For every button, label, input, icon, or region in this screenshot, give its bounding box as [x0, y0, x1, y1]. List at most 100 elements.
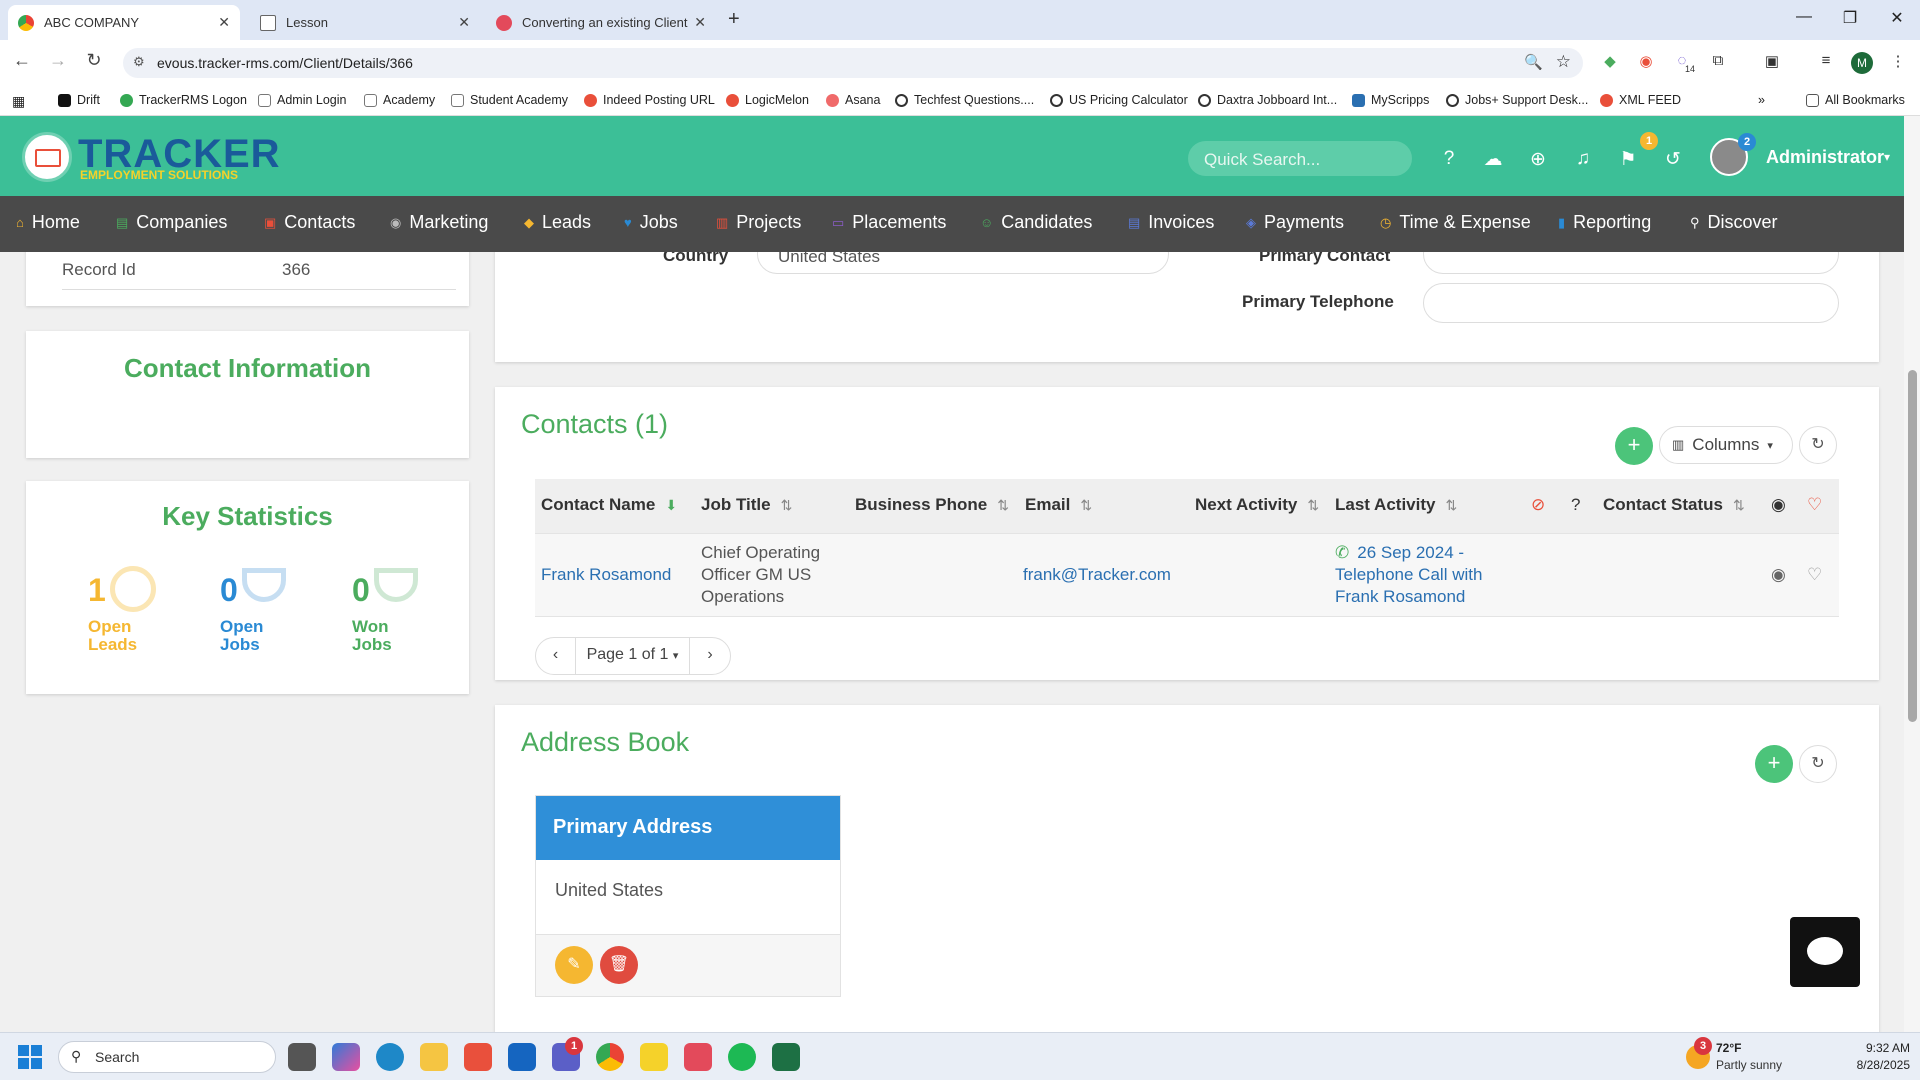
menu-leads[interactable]: ◆ Leads [524, 212, 591, 233]
page-select[interactable]: Page 1 of 1 ▾ [576, 637, 690, 675]
menu-placements[interactable]: ▭ Placements [832, 212, 946, 233]
menu-discover[interactable]: ⚲ Discover [1690, 212, 1778, 233]
extension-chrome-icon[interactable]: ◉ [1635, 52, 1657, 74]
menu-time-expense[interactable]: ◷ Time & Expense [1380, 212, 1531, 233]
edit-address-button[interactable]: ✎ [555, 946, 593, 984]
tab-lesson[interactable]: Lesson ✕ [250, 5, 480, 40]
minimize-icon[interactable]: — [1789, 8, 1819, 26]
bookmark-logicmelon[interactable]: LogicMelon [726, 93, 809, 107]
delete-address-button[interactable]: 🗑 [600, 946, 638, 984]
user-name[interactable]: Administrator [1766, 147, 1884, 168]
add-address-button[interactable]: + [1755, 745, 1793, 783]
chat-widget-button[interactable] [1790, 917, 1860, 987]
bookmark-indeed[interactable]: Indeed Posting URL [584, 93, 715, 107]
favourite-contact-icon[interactable]: ♡ [1807, 564, 1822, 586]
media-control-icon[interactable]: ≡ [1815, 52, 1837, 74]
bookmark-techfest[interactable]: Techfest Questions.... [895, 93, 1034, 107]
col-next-activity[interactable]: Next Activity ⇅ [1195, 479, 1319, 531]
email-link[interactable]: frank@Tracker.com [1023, 564, 1171, 586]
menu-invoices[interactable]: ▤ Invoices [1128, 212, 1214, 233]
bookmark-asana[interactable]: Asana [826, 93, 880, 107]
add-contact-button[interactable]: + [1615, 427, 1653, 465]
flag-icon[interactable]: ⚑ [1615, 148, 1641, 171]
country-select[interactable]: United States [757, 252, 1169, 274]
bookmark-pricing[interactable]: US Pricing Calculator [1050, 93, 1188, 107]
all-bookmarks[interactable]: All Bookmarks [1806, 93, 1905, 107]
menu-payments[interactable]: ◈ Payments [1246, 212, 1344, 233]
app-s-icon[interactable] [464, 1043, 492, 1071]
bookmark-student-academy[interactable]: Student Academy [451, 93, 568, 107]
tab-abc-company[interactable]: ABC COMPANY ✕ [8, 5, 240, 40]
chrome-menu-icon[interactable]: ⋮ [1887, 52, 1909, 74]
bookmark-star-icon[interactable]: ☆ [1556, 52, 1571, 72]
close-tab-icon[interactable]: ✕ [458, 14, 470, 31]
outlook-icon[interactable] [508, 1043, 536, 1071]
reload-icon[interactable]: ↻ [82, 50, 106, 71]
file-explorer-icon[interactable] [420, 1043, 448, 1071]
table-row[interactable]: Frank Rosamond Chief Operating Officer G… [535, 533, 1839, 617]
add-circle-icon[interactable]: ⊕ [1525, 148, 1551, 171]
extensions-puzzle-icon[interactable]: ⧉ [1707, 52, 1729, 74]
next-page-button[interactable]: › [690, 637, 730, 675]
windows-start-icon[interactable] [18, 1045, 42, 1069]
do-not-contact-icon[interactable]: ⊘ [1531, 479, 1545, 531]
user-dropdown-icon[interactable]: ▾ [1884, 150, 1890, 164]
bookmark-daxtra[interactable]: Daxtra Jobboard Int... [1198, 93, 1337, 107]
new-tab-button[interactable]: + [728, 8, 740, 31]
quick-search-input[interactable]: Quick Search... [1188, 141, 1412, 176]
menu-home[interactable]: ⌂ Home [16, 212, 80, 233]
chrome-taskbar-icon[interactable] [596, 1043, 624, 1071]
sticky-notes-icon[interactable] [640, 1043, 668, 1071]
menu-companies[interactable]: ▤ Companies [116, 212, 227, 233]
menu-jobs[interactable]: ♥ Jobs [624, 212, 678, 233]
heart-icon[interactable]: ♡ [1807, 479, 1822, 531]
task-view-icon[interactable] [288, 1043, 316, 1071]
extension-sync-icon[interactable]: ◌ 14 [1671, 52, 1695, 74]
bookmark-drift[interactable]: Drift [58, 93, 100, 107]
menu-marketing[interactable]: ◉ Marketing [390, 212, 488, 233]
bookmark-academy[interactable]: Academy [364, 93, 435, 107]
refresh-contacts-button[interactable]: ↻ [1799, 426, 1837, 464]
contact-name-link[interactable]: Frank Rosamond [541, 564, 671, 586]
col-business-phone[interactable]: Business Phone ⇅ [855, 479, 1009, 531]
col-contact-status[interactable]: Contact Status ⇅ [1603, 479, 1745, 531]
stat-won-jobs[interactable]: 0 Won Jobs [352, 566, 452, 666]
chat-icon[interactable]: ☁ [1480, 148, 1506, 171]
menu-projects[interactable]: ▥ Projects [716, 212, 801, 233]
site-info-icon[interactable]: ⚙ [133, 54, 145, 70]
bookmark-admin-login[interactable]: Admin Login [258, 93, 347, 107]
prev-page-button[interactable]: ‹ [536, 637, 576, 675]
bookmark-jobs-support[interactable]: Jobs+ Support Desk... [1446, 93, 1588, 107]
eye-icon[interactable]: ◉ [1771, 479, 1786, 531]
close-tab-icon[interactable]: ✕ [690, 14, 706, 31]
bookmark-myscripps[interactable]: MyScripps [1352, 93, 1429, 107]
last-activity-link[interactable]: ✆ 26 Sep 2024 - Telephone Call with Frank… [1335, 542, 1482, 608]
help-icon[interactable]: ? [1436, 148, 1462, 170]
notifications-bell-icon[interactable]: ♫ [1570, 148, 1596, 170]
tab-search-icon[interactable]: ▣ [1761, 52, 1783, 74]
copilot-icon[interactable] [332, 1043, 360, 1071]
col-job-title[interactable]: Job Title ⇅ [701, 479, 792, 531]
help-circle-icon[interactable]: ? [1571, 479, 1580, 531]
bookmark-trackerrms-logon[interactable]: TrackerRMS Logon [120, 93, 247, 107]
menu-candidates[interactable]: ☺ Candidates [980, 212, 1092, 233]
zoom-icon[interactable]: 🔍 [1524, 53, 1543, 71]
taskbar-search[interactable]: ⚲ Search [58, 1041, 276, 1073]
menu-contacts[interactable]: ▣ Contacts [264, 212, 355, 233]
bookmarks-overflow-icon[interactable]: » [1758, 93, 1765, 107]
scrollbar-thumb[interactable] [1908, 370, 1917, 722]
menu-reporting[interactable]: ▮ Reporting [1558, 212, 1651, 233]
app-red-icon[interactable] [684, 1043, 712, 1071]
extension-leaf-icon[interactable]: ◆ [1599, 52, 1621, 74]
tracker-logo[interactable]: TRACKER EMPLOYMENT SOLUTIONS [22, 132, 280, 187]
columns-dropdown[interactable]: ▥ Columns ▾ [1659, 426, 1793, 464]
primary-telephone-field[interactable] [1423, 283, 1839, 323]
stat-open-leads[interactable]: 1 Open Leads [88, 566, 188, 666]
history-icon[interactable]: ↺ [1660, 148, 1686, 171]
forward-icon[interactable]: → [46, 50, 70, 71]
clock-time[interactable]: 9:32 AM [1850, 1041, 1910, 1055]
close-tab-icon[interactable]: ✕ [218, 14, 230, 31]
clock-date[interactable]: 8/28/2025 [1840, 1058, 1910, 1072]
view-contact-icon[interactable]: ◉ [1771, 564, 1786, 586]
back-icon[interactable]: ← [10, 50, 34, 71]
